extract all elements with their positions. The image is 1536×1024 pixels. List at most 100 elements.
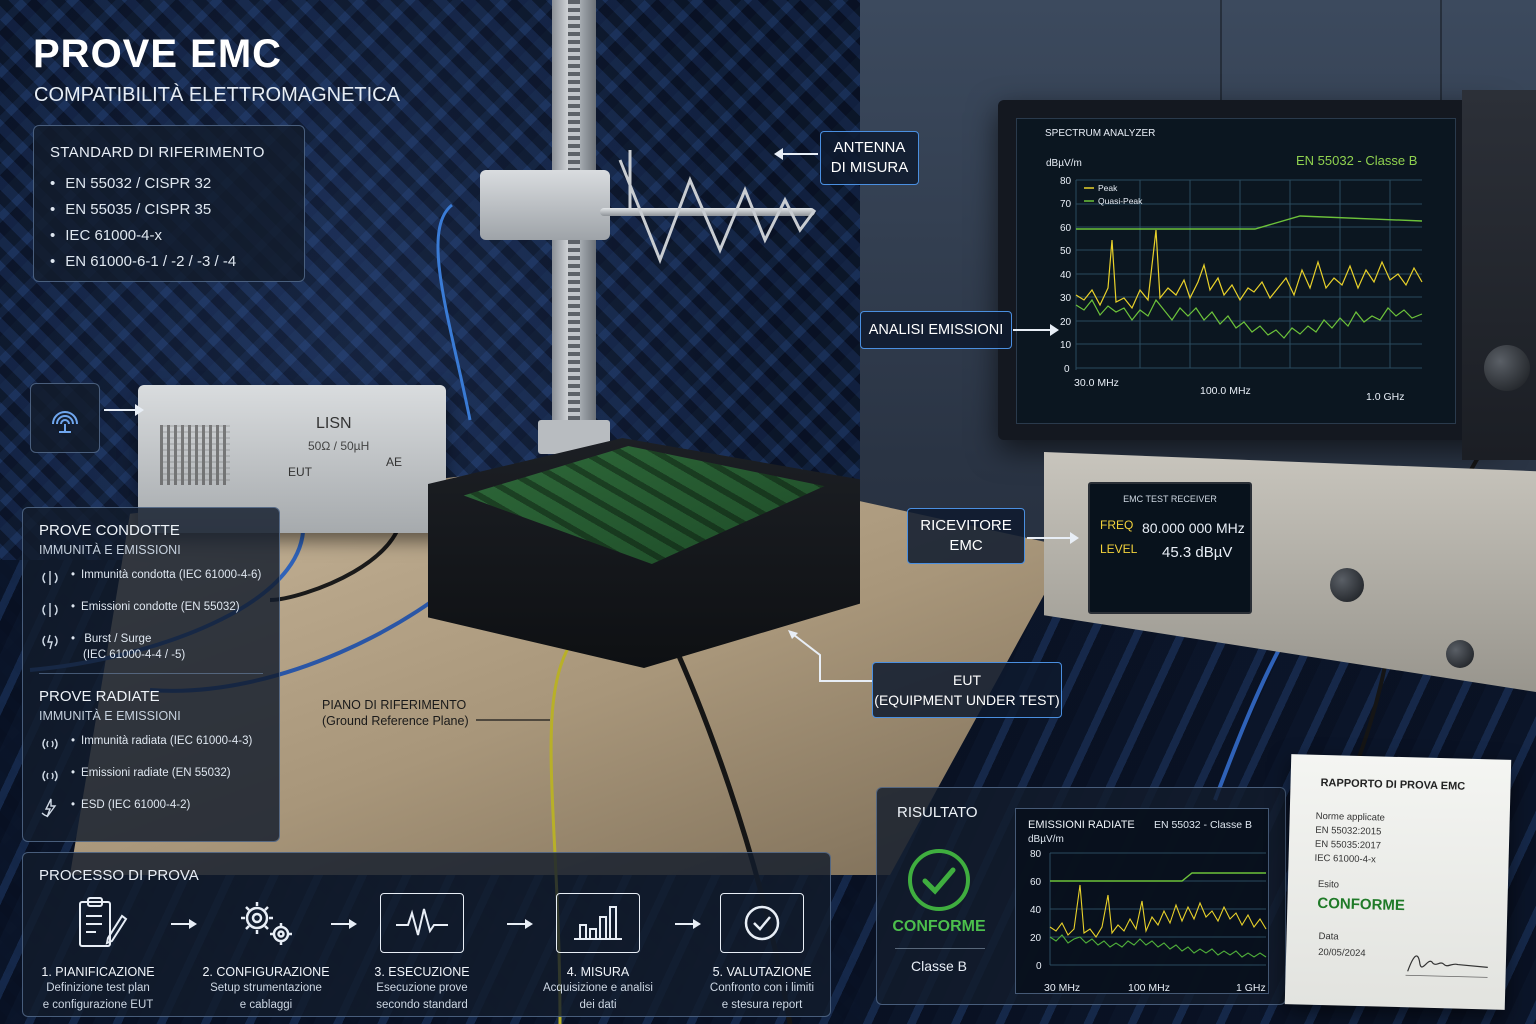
- sa-y-tick: 70: [1060, 199, 1072, 210]
- ricevitore-callout: RICEVITORE EMC: [907, 508, 1025, 564]
- sa-qp-trace: [1075, 298, 1423, 339]
- mini-limit-line: [1050, 872, 1266, 882]
- lisn-port-eut: EUT: [288, 465, 312, 479]
- check-circle-icon: [908, 849, 970, 911]
- burst-surge-icon: [42, 634, 58, 650]
- clipboard-icon: [56, 893, 140, 953]
- mini-chart-standard: EN 55032 - Classe B: [1153, 819, 1252, 831]
- report-norm: EN 55032:2015: [1315, 824, 1382, 838]
- signature-graphic: [1405, 955, 1488, 978]
- report-title: RAPPORTO DI PROVA EMC: [1320, 776, 1466, 793]
- mini-qp-trace: [1049, 934, 1267, 958]
- process-step-label: 4. MISURA: [566, 965, 630, 979]
- standards-list: EN 55032 / CISPR 32 EN 55035 / CISPR 35 …: [50, 175, 288, 270]
- radiated-item: ESD (IEC 61000-4-2): [39, 797, 263, 819]
- ricevitore-callout-line1: RICEVITORE: [920, 517, 1012, 534]
- sa-x-tick: 1.0 GHz: [1366, 391, 1405, 403]
- instrument-knob[interactable]: [1484, 345, 1530, 391]
- receiver-knob-small[interactable]: [1446, 640, 1474, 668]
- ground-plane-leader: [476, 719, 550, 721]
- process-step-label: 2. CONFIGURAZIONE: [202, 965, 330, 979]
- report-norm: IEC 61000-4-x: [1314, 852, 1376, 866]
- radiated-item-label: Immunità radiata (IEC 61000-4-3): [71, 733, 252, 749]
- process-step-desc: e stesura report: [721, 999, 803, 1011]
- process-step: 1. PIANIFICAZIONE Definizione test plan …: [23, 893, 173, 1013]
- report-esito-label: Esito: [1317, 878, 1340, 891]
- divider: [39, 673, 263, 674]
- receiver-title: EMC TEST RECEIVER: [1123, 494, 1217, 504]
- sa-gridlines: [1075, 179, 1422, 370]
- sa-y-tick: 30: [1060, 293, 1072, 304]
- spectrum-analyzer-unit: dBµV/m: [1046, 158, 1082, 169]
- lisn-label: LISN: [316, 415, 352, 432]
- radiated-subtitle: IMMUNITÀ E EMISSIONI: [39, 709, 181, 723]
- sa-y-ticks: 80 70 60 50 40 30 20 10 0: [1060, 176, 1072, 375]
- mini-peak-trace: [1049, 884, 1267, 938]
- conducted-item: Burst / Surge (IEC 61000-4-4 / -5): [39, 631, 263, 663]
- mini-chart-unit: dBµV/m: [1028, 834, 1064, 845]
- lisn-port-ae: AE: [386, 455, 403, 469]
- antenna-callout-line2: DI MISURA: [830, 159, 909, 176]
- conducted-signal-icon: [42, 571, 58, 585]
- process-step: 4. MISURA Acquisizione e analisi dei dat…: [523, 893, 673, 1013]
- page-title: PROVE EMC: [33, 32, 283, 76]
- report-date-value: 20/05/2024: [1317, 946, 1366, 960]
- radiated-title: PROVE RADIATE: [39, 688, 160, 705]
- page-subtitle: COMPATIBILITÀ ELETTROMAGNETICA: [34, 84, 400, 106]
- mini-x-ticks: 30 MHz 100 MHz 1 GHz: [1044, 982, 1266, 994]
- bar-chart-icon: [556, 893, 640, 953]
- conducted-item-label: Immunità condotta (IEC 61000-4-6): [71, 567, 261, 583]
- sa-x-ticks: 30.0 MHz 100.0 MHz 1.0 GHz: [1074, 377, 1405, 403]
- receiver-level-value: 45.3 dBµV: [1162, 544, 1233, 561]
- sa-y-tick: 10: [1060, 340, 1072, 351]
- receiver-freq-value: 80.000 000 MHz: [1142, 520, 1245, 536]
- process-step-desc: e cablaggi: [239, 999, 293, 1011]
- mini-chart-plot: 80 60 40 20 0 30 MHz 100 MHz 1 GHz: [1030, 849, 1267, 994]
- burst-label-2: (IEC 61000-4-4 / -5): [83, 649, 186, 661]
- burst-label: Burst / Surge: [84, 633, 152, 645]
- eut-callout-arrow: [788, 630, 872, 682]
- analisi-callout-text: ANALISI EMISSIONI: [868, 322, 1004, 338]
- report-esito-value: CONFORME: [1317, 894, 1406, 915]
- process-step: 2. CONFIGURAZIONE Setup strumentazione e…: [191, 893, 341, 1013]
- sa-y-tick: 80: [1060, 176, 1072, 187]
- process-title: PROCESSO DI PROVA: [39, 867, 199, 884]
- process-step-label: 3. ESECUZIONE: [374, 965, 470, 979]
- spectrum-analyzer-title: SPECTRUM ANALYZER: [1045, 128, 1156, 139]
- sa-y-tick: 60: [1060, 223, 1072, 234]
- mini-y-ticks: 80 60 40 20 0: [1030, 849, 1042, 972]
- conducted-item-label: Emissioni condotte (EN 55032): [71, 599, 240, 615]
- sa-y-tick: 20: [1060, 317, 1072, 328]
- conducted-subtitle: IMMUNITÀ E EMISSIONI: [39, 543, 181, 557]
- report-norms-label: Norme applicate: [1315, 810, 1385, 824]
- radiated-signal-icon: [42, 770, 58, 782]
- lisn-icon-card: [30, 383, 100, 453]
- antenna-callout-line1: ANTENNA: [833, 139, 906, 156]
- spectrum-analyzer-standard: EN 55032 - Classe B: [1296, 153, 1418, 168]
- receiver-display: EMC TEST RECEIVER FREQ 80.000 000 MHz LE…: [1088, 482, 1252, 614]
- divider: [895, 948, 985, 949]
- process-step-desc: Acquisizione e analisi: [543, 982, 653, 994]
- report-date-label: Data: [1318, 930, 1339, 943]
- sa-legend-peak: Peak: [1098, 183, 1118, 193]
- mini-y-tick: 60: [1030, 877, 1042, 888]
- waveform-icon: [380, 893, 464, 953]
- lisn-spec: 50Ω / 50µH: [308, 439, 370, 453]
- process-steps: 1. PIANIFICAZIONE Definizione test plan …: [23, 893, 830, 1013]
- standards-card: STANDARD DI RIFERIMENTO EN 55032 / CISPR…: [33, 125, 305, 282]
- mini-chart: EMISSIONI RADIATE EN 55032 - Classe B dB…: [1015, 808, 1269, 994]
- radiated-signal-icon: [42, 738, 58, 750]
- receiver-knob[interactable]: [1330, 568, 1364, 602]
- process-step-desc: Definizione test plan: [46, 982, 150, 994]
- process-step-desc: dei dati: [579, 999, 617, 1011]
- radiated-item: Emissioni radiate (EN 55032): [39, 765, 263, 787]
- sa-y-tick: 0: [1064, 364, 1070, 375]
- check-circle-icon: [720, 893, 804, 953]
- mini-chart-title: EMISSIONI RADIATE: [1028, 819, 1135, 831]
- result-class: Classe B: [910, 958, 968, 974]
- ground-plane-line1: PIANO DI RIFERIMENTO: [322, 698, 467, 712]
- sa-x-tick: 30.0 MHz: [1074, 377, 1119, 389]
- mini-x-tick: 100 MHz: [1128, 982, 1170, 994]
- eut-callout-line2: (EQUIPMENT UNDER TEST): [874, 692, 1060, 708]
- mini-y-tick: 40: [1030, 905, 1042, 916]
